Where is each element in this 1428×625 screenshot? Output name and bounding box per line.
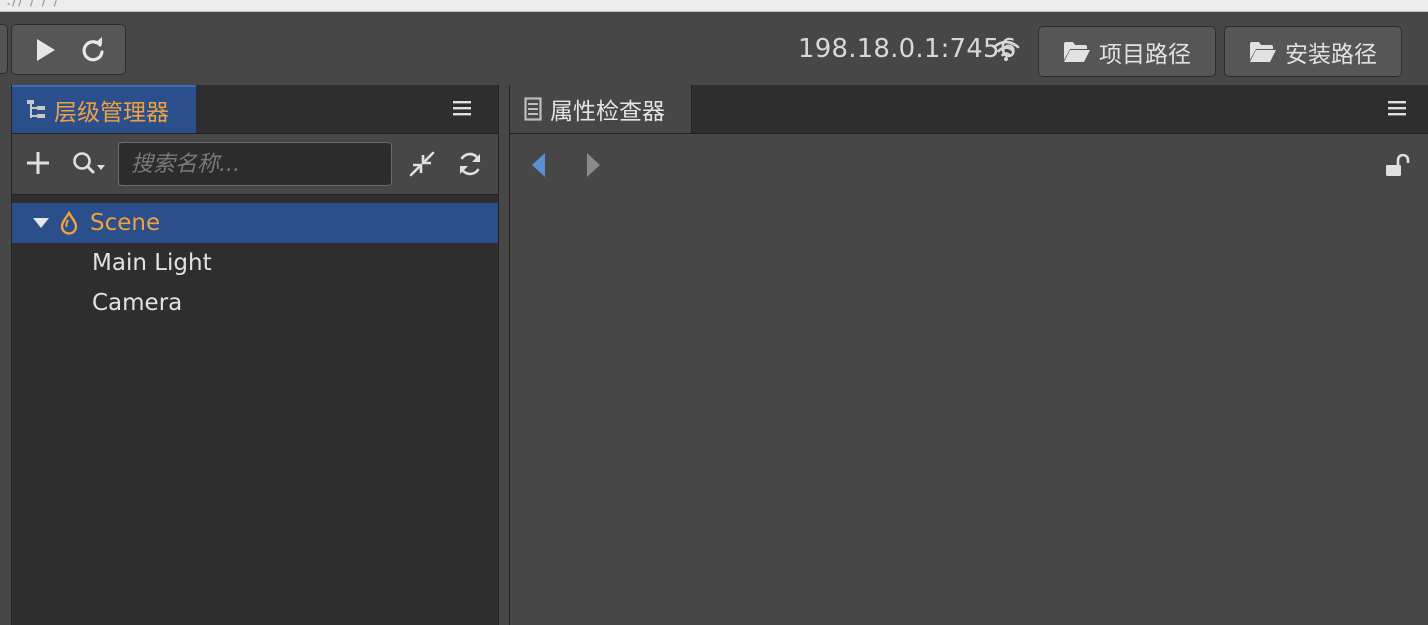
hierarchy-tree: Scene Main Light Camera [12,203,498,323]
folder-open-icon [1250,41,1276,62]
inspector-icon [524,97,542,121]
tree-node-scene[interactable]: Scene [12,203,498,243]
inspector-tabbar: 属性检查器 [510,85,1428,134]
search-dropdown-icon [73,152,105,174]
tab-inspector[interactable]: 属性检查器 [510,85,692,133]
tree-node-label: Scene [90,210,161,236]
play-icon [37,38,55,61]
reload-icon [82,36,104,61]
wifi-icon [992,40,1020,61]
server-address: 198.18.0.1:7456 [798,34,1017,64]
lock-toggle[interactable] [1384,154,1410,178]
preview-controls [11,24,126,75]
install-path-label: 安装路径 [1285,41,1377,68]
reload-button[interactable] [68,25,118,74]
search-type-dropdown[interactable] [72,151,108,177]
collapse-icon [409,151,435,177]
hierarchy-tabbar: 层级管理器 [12,85,498,134]
tree-node-label: Main Light [92,250,212,276]
arrow-left-icon [532,153,545,177]
hierarchy-panel: 层级管理器 搜索名称... Scene Main Light Camera [11,85,499,625]
chevron-down-icon[interactable] [32,216,50,230]
add-node-button[interactable] [26,151,50,175]
inspector-panel: 属性检查器 [509,85,1428,625]
folder-open-icon [1064,41,1090,62]
browser-top-strip: :// / / / [0,0,1428,12]
tree-node-label: Camera [92,290,183,316]
search-input[interactable] [118,142,392,186]
hierarchy-toolbar [12,134,498,195]
collapse-all-button[interactable] [408,150,436,178]
tab-hierarchy-label: 层级管理器 [54,100,169,126]
tab-inspector-label: 属性检查器 [550,99,665,125]
hamburger-menu-icon[interactable] [1387,99,1407,117]
unlock-icon [1386,154,1410,176]
hamburger-menu-icon[interactable] [452,99,472,117]
arrow-right-icon [587,153,600,177]
scene-drop-icon [60,211,78,235]
plus-icon [27,152,49,174]
main-toolbar: 198.18.0.1:7456 项目路径 安装路径 [0,12,1428,84]
refresh-icon [459,152,481,176]
inspector-nav [510,134,1428,194]
toolbar-left-stub[interactable] [0,24,8,74]
project-path-button[interactable]: 项目路径 [1038,26,1216,77]
forward-button[interactable] [584,152,602,178]
tab-hierarchy[interactable]: 层级管理器 [12,85,196,133]
play-button[interactable] [20,25,70,74]
tree-node-camera[interactable]: Camera [12,283,498,323]
back-button[interactable] [530,152,548,178]
refresh-button[interactable] [456,150,484,178]
url-remnant: :// / / / [6,0,60,9]
project-path-label: 项目路径 [1099,41,1191,68]
install-path-button[interactable]: 安装路径 [1224,26,1402,77]
hierarchy-icon [27,100,45,118]
tree-node-main-light[interactable]: Main Light [12,243,498,283]
